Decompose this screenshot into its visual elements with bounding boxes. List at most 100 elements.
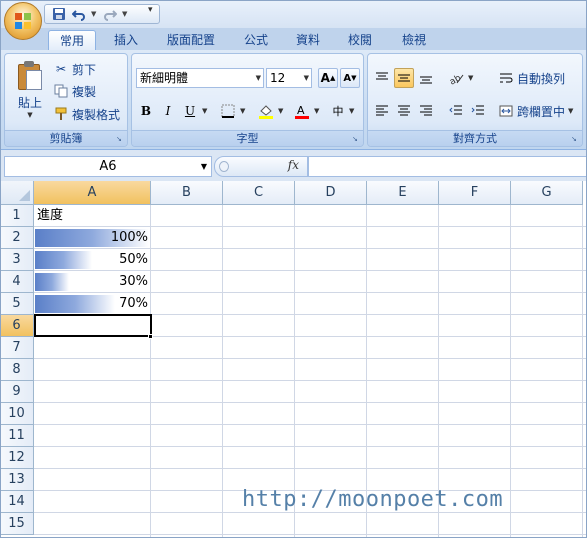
row-header-9[interactable]: 9 [0,381,34,403]
row-header-11[interactable]: 11 [0,425,34,447]
row-header-14[interactable]: 14 [0,491,34,513]
font-size-dropdown-icon[interactable]: ▼ [304,69,309,87]
font-color-button[interactable]: A [292,101,312,121]
row-header-10[interactable]: 10 [0,403,34,425]
phonetic-dropdown-icon[interactable]: ▼ [349,107,354,115]
italic-button[interactable]: I [158,101,178,121]
borders-dropdown-icon[interactable]: ▼ [240,107,245,115]
formula-input[interactable] [308,156,587,177]
name-box[interactable]: A6 ▼ [4,156,212,177]
orientation-button[interactable]: ab [446,68,466,88]
increase-indent-button[interactable] [468,101,488,121]
fill-handle[interactable] [148,334,153,339]
font-color-dropdown-icon[interactable]: ▼ [314,107,319,115]
merge-center-button[interactable]: 跨欄置中 ▼ [498,101,573,121]
tab-formulas[interactable]: 公式 [234,30,278,50]
orientation-dropdown-icon[interactable]: ▼ [468,74,473,82]
office-button[interactable] [4,2,42,40]
align-middle-button[interactable] [394,68,414,88]
borders-icon [221,104,235,118]
column-header-c[interactable]: C [223,181,295,205]
spreadsheet-grid[interactable]: A B C D E F G 1 2 3 4 5 6 7 8 9 10 11 12 13 14 15 進度 100% 50% 30%… [0,181,587,538]
tab-data[interactable]: 資料 [286,30,330,50]
column-header-e[interactable]: E [367,181,439,205]
row-header-3[interactable]: 3 [0,249,34,271]
merge-dropdown-icon[interactable]: ▼ [568,107,573,115]
font-launcher-icon[interactable]: ↘ [352,135,360,143]
row-header-15[interactable]: 15 [0,513,34,535]
phonetic-button[interactable]: 中 [328,101,348,121]
tab-view[interactable]: 檢視 [392,30,436,50]
fill-color-button[interactable] [256,101,276,121]
fill-bucket-icon [259,105,273,119]
undo-icon[interactable] [71,6,87,22]
tab-insert[interactable]: 插入 [104,30,148,50]
align-top-button[interactable] [372,68,392,88]
undo-dropdown-icon[interactable]: ▼ [91,10,98,18]
font-size-combo[interactable]: 12 ▼ [266,68,312,88]
merge-center-icon [498,103,514,119]
tab-home[interactable]: 常用 [48,30,96,50]
customize-qat-icon[interactable]: ▾ [148,5,153,15]
row-header-12[interactable]: 12 [0,447,34,469]
tab-review[interactable]: 校閱 [338,30,382,50]
gridline-horizontal [34,380,587,381]
borders-button[interactable] [218,101,238,121]
progress-value-cell[interactable]: 100% [34,227,151,249]
quick-access-toolbar: ▼ ▼ [44,4,160,24]
row-header-8[interactable]: 8 [0,359,34,381]
paste-button[interactable]: 貼上 ▼ [11,60,49,124]
align-center-button[interactable] [394,101,414,121]
align-top-icon [376,72,388,80]
wrap-text-button[interactable]: 自動換列 [498,68,565,88]
redo-icon[interactable] [102,6,118,22]
phonetic-icon: 中 [332,105,344,118]
column-header-b[interactable]: B [151,181,223,205]
underline-dropdown-icon[interactable]: ▼ [202,107,207,115]
row-header-7[interactable]: 7 [0,337,34,359]
copy-button[interactable]: 複製 [53,81,96,101]
font-name-combo[interactable]: 新細明體 ▼ [136,68,264,88]
decrease-indent-icon [449,105,462,115]
row-header-2[interactable]: 2 [0,227,34,249]
row-header-13[interactable]: 13 [0,469,34,491]
name-box-dropdown-icon[interactable]: ▼ [201,157,207,176]
format-painter-button[interactable]: 複製格式 [53,104,120,124]
column-header-a[interactable]: A [34,181,151,205]
cut-button[interactable]: ✂ 剪下 [53,59,96,79]
align-left-button[interactable] [372,101,392,121]
clipboard-launcher-icon[interactable]: ↘ [116,135,124,143]
column-header-d[interactable]: D [295,181,367,205]
column-header-g[interactable]: G [511,181,583,205]
paste-dropdown-icon[interactable]: ▼ [11,111,49,119]
fill-color-dropdown-icon[interactable]: ▼ [278,107,283,115]
progress-value-cell[interactable]: 50% [34,249,151,271]
underline-button[interactable]: U [180,101,200,121]
format-painter-icon [53,106,69,122]
row-header-4[interactable]: 4 [0,271,34,293]
alignment-launcher-icon[interactable]: ↘ [571,135,579,143]
decrease-indent-button[interactable] [446,101,466,121]
font-name-dropdown-icon[interactable]: ▼ [256,69,261,87]
row-header-6[interactable]: 6 [0,315,34,337]
title-bar: ▼ ▼ ▾ [0,0,587,28]
save-icon[interactable] [51,6,67,22]
insert-function-icon[interactable]: fx [288,158,299,172]
progress-value-cell[interactable]: 70% [34,293,151,315]
grow-font-button[interactable]: A ▲ [318,68,338,88]
align-bottom-button[interactable] [416,68,436,88]
bold-button[interactable]: B [136,101,156,121]
font-group: 新細明體 ▼ 12 ▼ A ▲ A ▼ B I U ▼ ▼ ▼ A ▼ 中 ▼ 字型… [131,53,364,147]
progress-value-cell[interactable]: 30% [34,271,151,293]
shrink-font-button[interactable]: A ▼ [340,68,360,88]
active-cell-a6[interactable] [34,314,152,337]
redo-dropdown-icon[interactable]: ▼ [122,10,129,18]
row-header-5[interactable]: 5 [0,293,34,315]
row-header-1[interactable]: 1 [0,205,34,227]
formula-bar-grip-icon[interactable] [219,161,229,172]
align-right-button[interactable] [416,101,436,121]
column-header-f[interactable]: F [439,181,511,205]
tab-page-layout[interactable]: 版面配置 [156,30,226,50]
select-all-button[interactable] [0,181,34,205]
cell-a1[interactable]: 進度 [37,205,151,227]
